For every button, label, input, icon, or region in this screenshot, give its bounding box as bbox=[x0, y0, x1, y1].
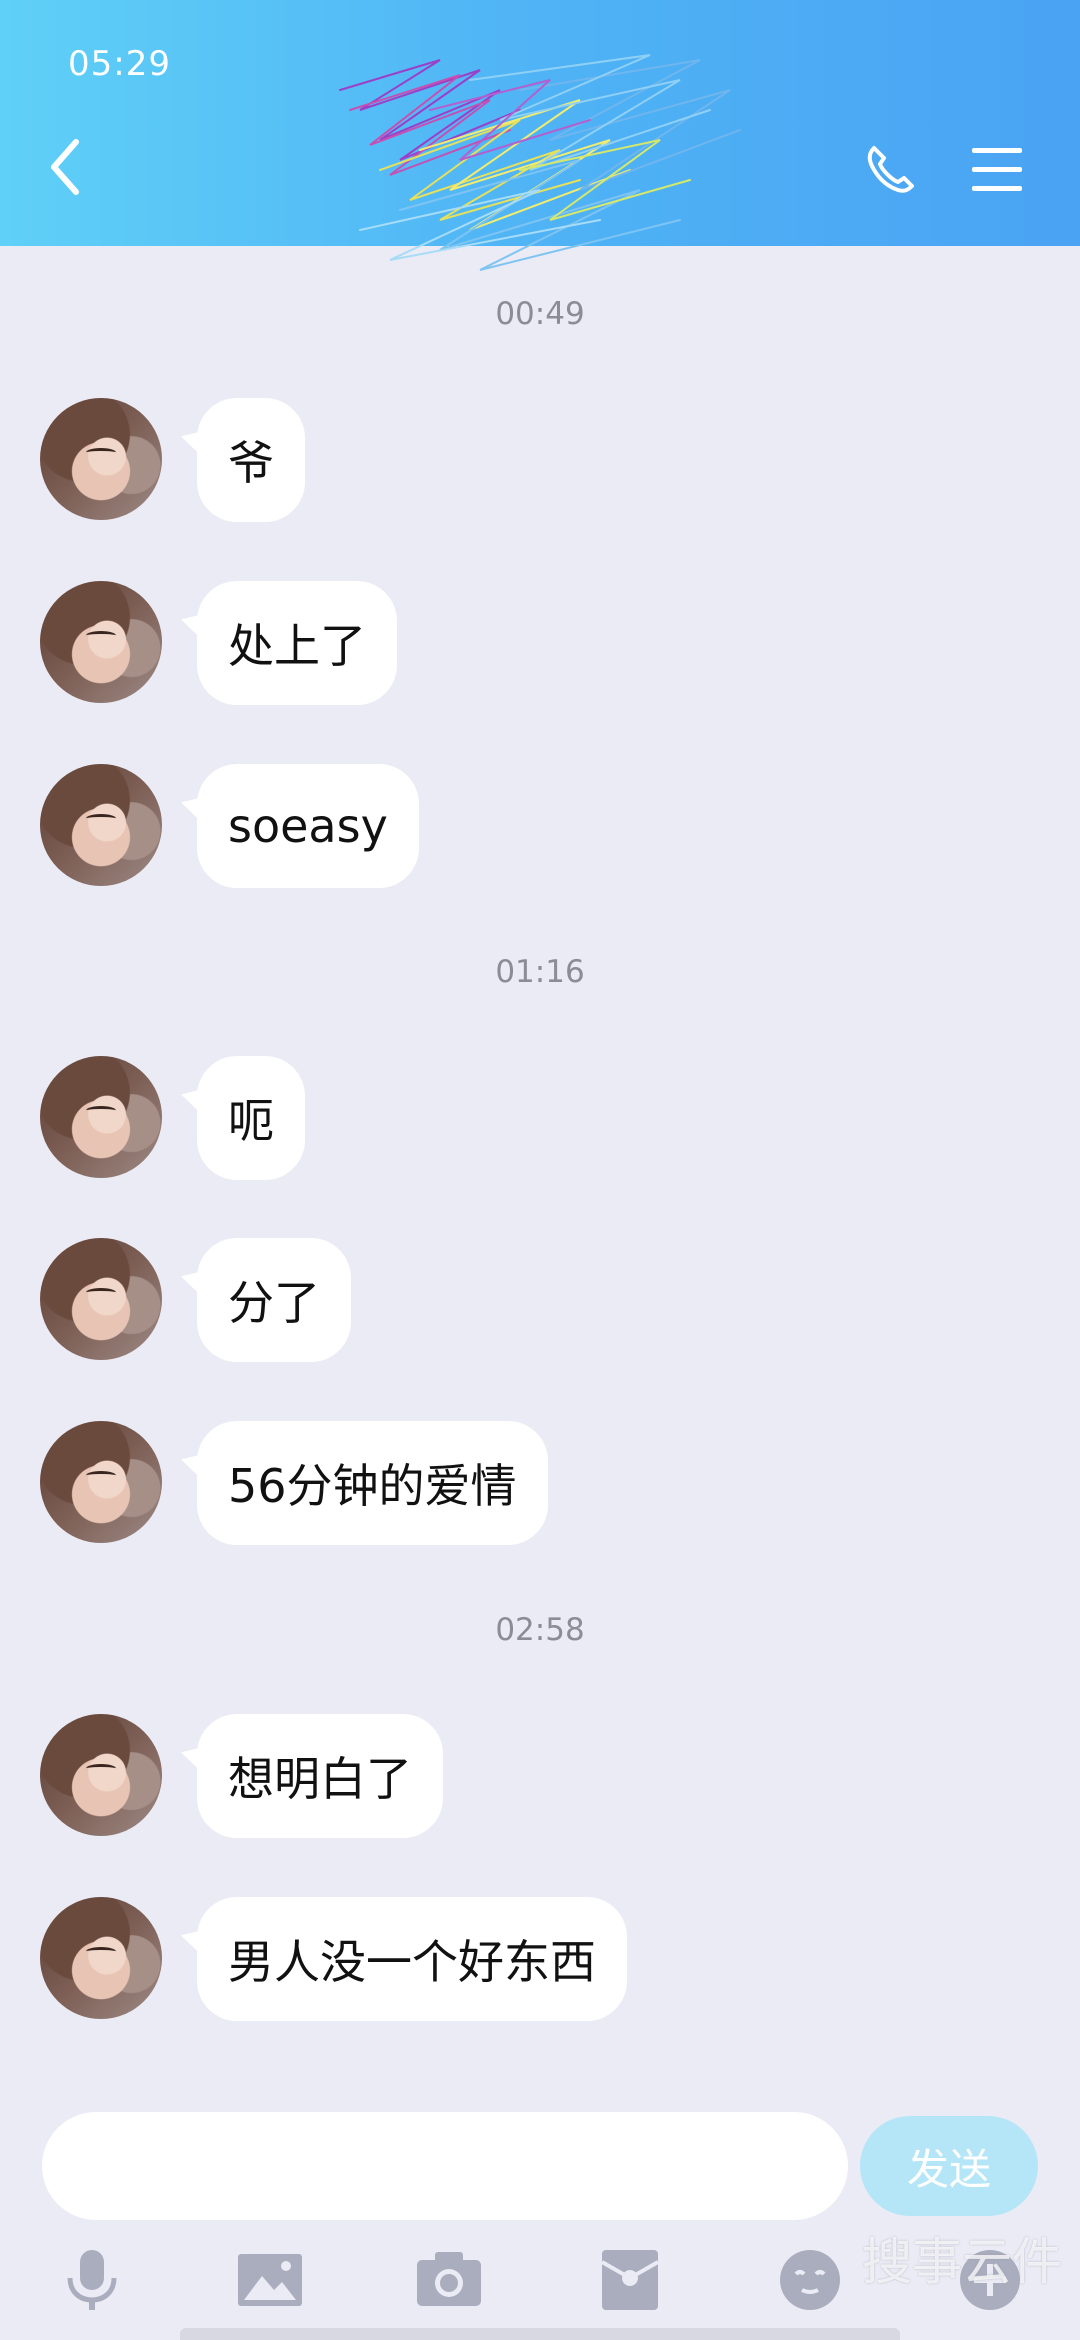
avatar[interactable] bbox=[40, 581, 162, 703]
avatar[interactable] bbox=[40, 764, 162, 886]
chat-screen: 05:29 00:49 爷 处上了 soeasy 01:16 呃 分了 56分钟… bbox=[0, 0, 1080, 2340]
timestamp: 00:49 bbox=[495, 296, 585, 332]
message-bubble[interactable]: soeasy bbox=[197, 764, 419, 888]
phone-icon bbox=[867, 146, 914, 193]
message-bubble[interactable]: 分了 bbox=[197, 1238, 351, 1362]
menu-button[interactable] bbox=[970, 146, 1024, 194]
timestamp: 01:16 bbox=[495, 954, 585, 990]
chat-header: 05:29 bbox=[0, 0, 1080, 271]
camera-icon[interactable] bbox=[415, 2246, 483, 2314]
message-bubble[interactable]: 男人没一个好东西 bbox=[197, 1897, 627, 2021]
image-icon[interactable] bbox=[236, 2246, 304, 2314]
avatar[interactable] bbox=[40, 1714, 162, 1836]
redacted-title-scribble bbox=[339, 54, 741, 271]
chevron-left-icon bbox=[51, 139, 79, 195]
message-bubble[interactable]: 爷 bbox=[197, 398, 305, 522]
timestamp: 02:58 bbox=[495, 1612, 585, 1648]
avatar[interactable] bbox=[40, 1897, 162, 2019]
watermark: 搜事云件 bbox=[862, 2233, 1062, 2291]
red-packet-icon[interactable] bbox=[596, 2246, 664, 2314]
status-time: 05:29 bbox=[68, 44, 171, 84]
gesture-bar bbox=[180, 2328, 900, 2340]
microphone-icon[interactable] bbox=[58, 2246, 126, 2314]
message-input[interactable] bbox=[42, 2112, 848, 2220]
message-bubble[interactable]: 呃 bbox=[197, 1056, 305, 1180]
avatar[interactable] bbox=[40, 1421, 162, 1543]
message-bubble[interactable]: 想明白了 bbox=[197, 1714, 443, 1838]
emoji-icon[interactable] bbox=[776, 2246, 844, 2314]
message-bubble[interactable]: 56分钟的爱情 bbox=[197, 1421, 548, 1545]
avatar[interactable] bbox=[40, 398, 162, 520]
voice-call-button[interactable] bbox=[862, 142, 918, 198]
send-button[interactable]: 发送 bbox=[860, 2116, 1038, 2216]
back-button[interactable] bbox=[44, 136, 88, 198]
avatar[interactable] bbox=[40, 1056, 162, 1178]
hamburger-menu-icon bbox=[972, 148, 1022, 191]
message-bubble[interactable]: 处上了 bbox=[197, 581, 397, 705]
avatar[interactable] bbox=[40, 1238, 162, 1360]
